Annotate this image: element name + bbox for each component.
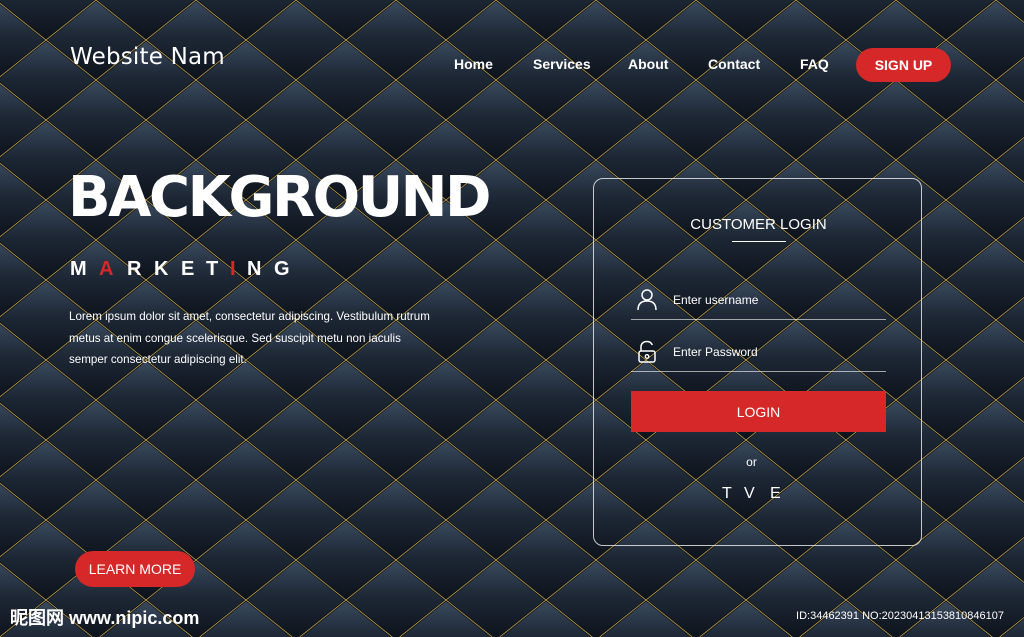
hero-subtitle-letter: I <box>230 258 236 280</box>
hero-subtitle-letter: M <box>70 258 87 280</box>
login-title: CUSTOMER LOGIN <box>690 216 827 233</box>
social-login-e[interactable]: E <box>770 485 781 503</box>
username-input[interactable] <box>673 290 878 310</box>
hero-subtitle-letter: E <box>181 258 195 280</box>
site-title[interactable]: Website Nam <box>70 44 225 70</box>
hero-subtitle-letter: R <box>127 258 142 280</box>
nav-faq[interactable]: FAQ <box>800 56 829 72</box>
user-icon <box>636 288 658 312</box>
lock-icon <box>636 340 658 364</box>
customer-login-card: CUSTOMER LOGIN LOGIN or T V E <box>593 178 922 546</box>
nav-about[interactable]: About <box>628 56 668 72</box>
login-title-underline <box>732 241 786 242</box>
learn-more-button[interactable]: LEARN MORE <box>75 551 195 587</box>
hero-subtitle-letter: N <box>247 258 262 280</box>
hero-subtitle-letter: G <box>274 258 290 280</box>
hero-description: Lorem ipsum dolor sit amet, consectetur … <box>69 310 430 366</box>
nav-home[interactable]: Home <box>454 56 493 72</box>
watermark-logo: 昵图网 www.nipic.com <box>10 608 200 628</box>
nav-contact[interactable]: Contact <box>708 56 760 72</box>
social-login-v[interactable]: V <box>744 485 755 503</box>
hero-title: BACKGROUND <box>68 165 492 230</box>
hero-subtitle-letter: T <box>206 258 219 280</box>
hero-subtitle-letter: K <box>154 258 169 280</box>
username-field <box>631 284 886 320</box>
or-divider-text: or <box>746 455 757 469</box>
password-field <box>631 336 886 372</box>
password-input[interactable] <box>673 342 878 362</box>
login-button[interactable]: LOGIN <box>631 391 886 432</box>
watermark-id: ID:34462391 NO:20230413153810846107 <box>796 610 1004 622</box>
sign-up-button[interactable]: SIGN UP <box>856 48 951 82</box>
nav-services[interactable]: Services <box>533 56 591 72</box>
hero-subtitle-letter: A <box>99 258 114 280</box>
social-login-t[interactable]: T <box>722 485 732 503</box>
